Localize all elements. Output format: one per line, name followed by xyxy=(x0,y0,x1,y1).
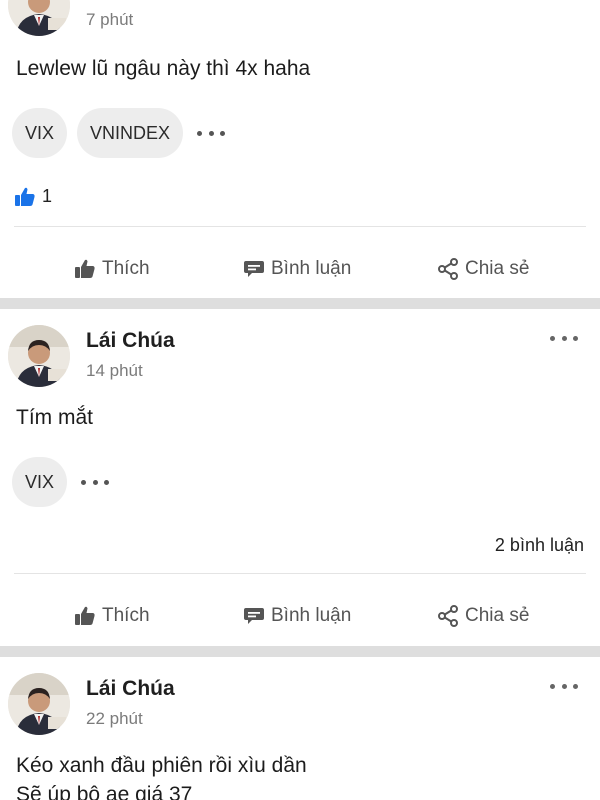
thumbs-up-icon xyxy=(75,606,95,625)
thumbs-up-icon xyxy=(75,259,95,278)
post-separator xyxy=(0,298,600,309)
avatar[interactable] xyxy=(8,0,70,36)
tag-list: VIX xyxy=(12,457,110,507)
tags-more-icon[interactable] xyxy=(197,128,226,138)
like-label: Thích xyxy=(102,605,150,626)
share-icon xyxy=(438,605,458,627)
tag-vix[interactable]: VIX xyxy=(12,108,68,158)
share-label: Chia sẻ xyxy=(465,258,530,279)
comment-label: Bình luận xyxy=(271,258,352,279)
tag-list: VIX VNINDEX xyxy=(12,108,226,158)
like-button[interactable]: Thích xyxy=(74,258,150,280)
like-button[interactable]: Thích xyxy=(74,605,150,627)
post-2: Lái Chúa 14 phút Tím mắt VIX 2 bình luận… xyxy=(0,309,600,646)
post-time: 22 phút xyxy=(86,709,143,728)
post-content-line: Sẽ úp bô ae giá 37 xyxy=(16,783,193,800)
post-1: 7 phút Lewlew lũ ngâu này thì 4x haha VI… xyxy=(0,0,600,298)
avatar[interactable] xyxy=(8,325,70,387)
post-content: Tím mắt xyxy=(16,406,93,429)
post-content: Kéo xanh đầu phiên rồi xìu dần Sẽ úp bô … xyxy=(16,751,307,800)
like-label: Thích xyxy=(102,258,150,279)
divider xyxy=(14,226,586,227)
author-name[interactable]: Lái Chúa xyxy=(86,329,175,353)
like-count-label: 1 xyxy=(42,186,53,206)
comment-icon xyxy=(244,261,264,277)
avatar[interactable] xyxy=(8,673,70,735)
share-label: Chia sẻ xyxy=(465,605,530,626)
comment-icon xyxy=(244,608,264,624)
comment-button[interactable]: Bình luận xyxy=(243,605,351,627)
post-time: 7 phút xyxy=(86,10,134,29)
comment-count[interactable]: 2 bình luận xyxy=(495,535,584,556)
comment-button[interactable]: Bình luận xyxy=(243,258,351,280)
more-icon[interactable] xyxy=(550,681,578,691)
share-button[interactable]: Chia sẻ xyxy=(437,258,529,280)
comment-label: Bình luận xyxy=(271,605,352,626)
tag-vnindex[interactable]: VNINDEX xyxy=(77,108,184,158)
post-separator xyxy=(0,646,600,657)
more-icon[interactable] xyxy=(550,333,578,343)
share-icon xyxy=(438,258,458,280)
like-count[interactable]: 1 xyxy=(14,186,52,207)
share-button[interactable]: Chia sẻ xyxy=(437,605,529,627)
author-name[interactable]: Lái Chúa xyxy=(86,677,175,701)
tag-vix[interactable]: VIX xyxy=(12,457,68,507)
divider xyxy=(14,573,586,574)
tags-more-icon[interactable] xyxy=(81,477,110,487)
thumbs-up-icon xyxy=(15,187,35,206)
post-content: Lewlew lũ ngâu này thì 4x haha xyxy=(16,57,311,80)
post-content-line: Kéo xanh đầu phiên rồi xìu dần xyxy=(16,754,307,777)
post-time: 14 phút xyxy=(86,361,143,380)
post-3: Lái Chúa 22 phút Kéo xanh đầu phiên rồi … xyxy=(0,657,600,800)
